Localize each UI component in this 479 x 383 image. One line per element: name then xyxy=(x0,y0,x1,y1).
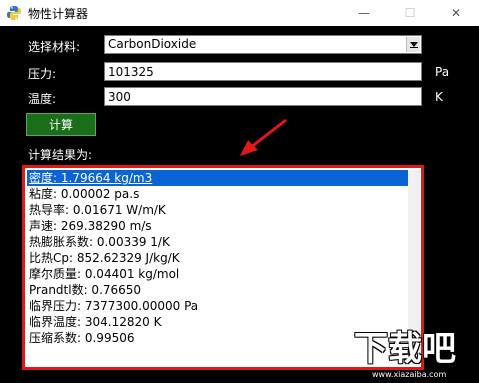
list-item[interactable]: 摩尔质量: 0.04401 kg/mol xyxy=(27,266,409,282)
watermark-url: www.xiazaiba.com xyxy=(372,370,447,379)
watermark-logo-text: 下载吧 xyxy=(354,329,456,369)
list-item[interactable]: 热膨胀系数: 0.00339 1/K xyxy=(27,234,409,250)
list-item[interactable]: 声速: 269.38290 m/s xyxy=(27,218,409,234)
list-item[interactable]: 粘度: 0.00002 pa.s xyxy=(27,186,409,202)
watermark-logo: 下载吧 www.xiazaiba.com xyxy=(352,330,477,382)
list-item[interactable]: 临界温度: 304.12820 K xyxy=(27,314,409,330)
list-item[interactable]: 密度: 1.79664 kg/m3 xyxy=(27,170,409,186)
list-item[interactable]: 比热Cp: 852.62329 J/kg/K xyxy=(27,250,409,266)
list-item[interactable]: 热导率: 0.01671 W/m/K xyxy=(27,202,409,218)
list-item[interactable]: Prandtl数: 0.76650 xyxy=(27,282,409,298)
list-item[interactable]: 临界压力: 7377300.00000 Pa xyxy=(27,298,409,314)
